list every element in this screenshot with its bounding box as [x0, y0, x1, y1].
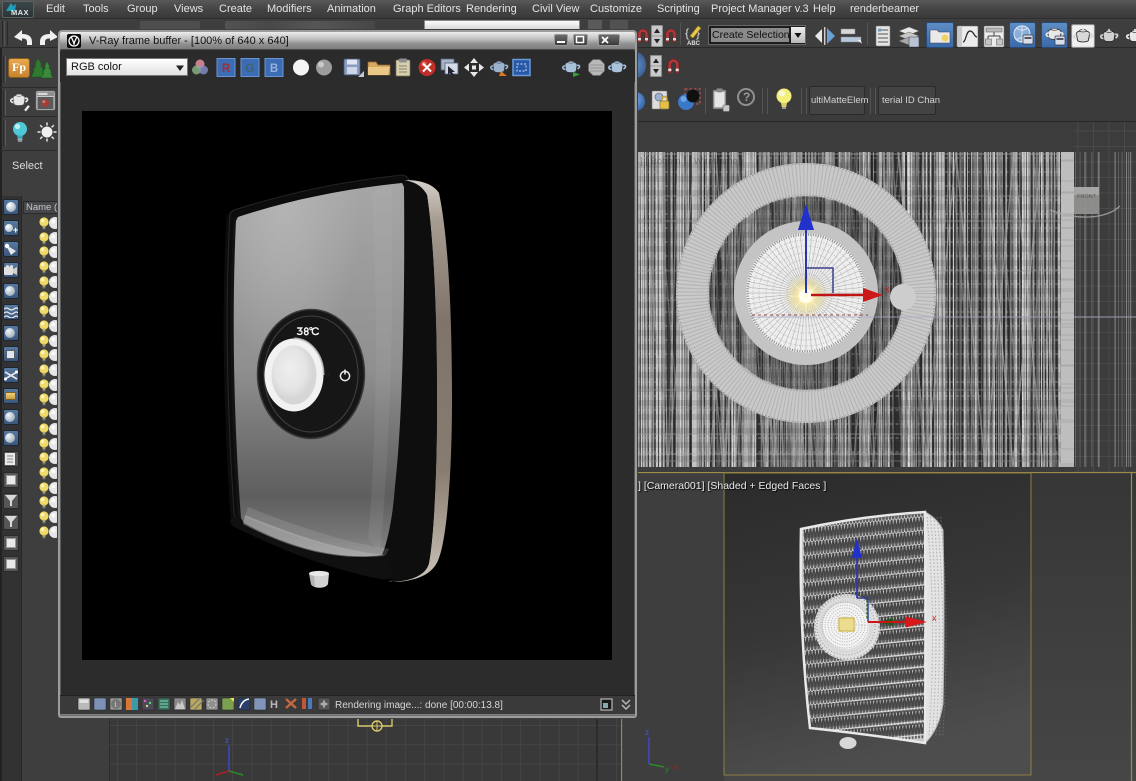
svg-text:FRONT: FRONT	[1077, 194, 1097, 200]
svg-text:ABC: ABC	[687, 41, 701, 46]
svg-text:B: B	[270, 63, 278, 75]
svg-text:z: z	[225, 736, 229, 745]
svg-text:z: z	[645, 728, 649, 737]
svg-text:H: H	[270, 699, 278, 711]
svg-text:{: {	[685, 26, 689, 40]
svg-text:R: R	[222, 63, 231, 75]
svg-text:y: y	[665, 765, 669, 774]
svg-text:x: x	[932, 613, 937, 623]
svg-text:x: x	[885, 284, 890, 294]
svg-text:x: x	[673, 763, 677, 772]
svg-text:] [ Bottom ] [ Wireframe ]: ] [ Bottom ] [ Wireframe ]	[640, 156, 743, 167]
svg-text:G: G	[246, 63, 255, 75]
